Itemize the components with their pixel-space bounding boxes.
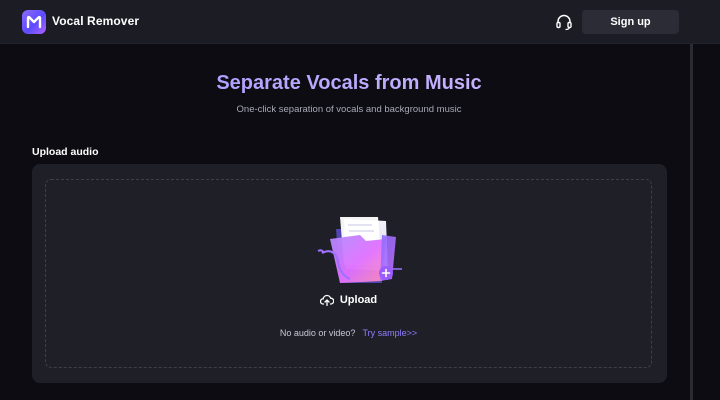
no-audio-text: No audio or video?	[279, 328, 356, 338]
page-title: Separate Vocals from Music	[0, 72, 698, 95]
signup-button[interactable]: Sign up	[582, 10, 679, 34]
upload-section-label: Upload audio	[32, 146, 99, 158]
sample-prompt: No audio or video? Try sample>>	[46, 328, 651, 338]
upload-button-label: Upload	[339, 294, 378, 306]
app-logo[interactable]	[22, 10, 46, 34]
scrollbar[interactable]	[690, 44, 693, 400]
app-title[interactable]: Vocal Remover	[52, 14, 139, 28]
upload-card: Upload No audio or video? Try sample>>	[32, 164, 667, 383]
top-navigation-bar: Vocal Remover Sign up	[0, 0, 720, 44]
folder-illustration-icon	[317, 217, 402, 283]
try-sample-link[interactable]: Try sample>>	[362, 328, 417, 338]
upload-button[interactable]: Upload	[46, 294, 651, 306]
upload-dropzone[interactable]: Upload No audio or video? Try sample>>	[45, 179, 652, 368]
headset-icon[interactable]	[555, 13, 573, 31]
page-subtitle: One-click separation of vocals and backg…	[236, 104, 462, 115]
cloud-upload-icon	[319, 294, 334, 306]
logo-m-icon	[26, 15, 42, 29]
